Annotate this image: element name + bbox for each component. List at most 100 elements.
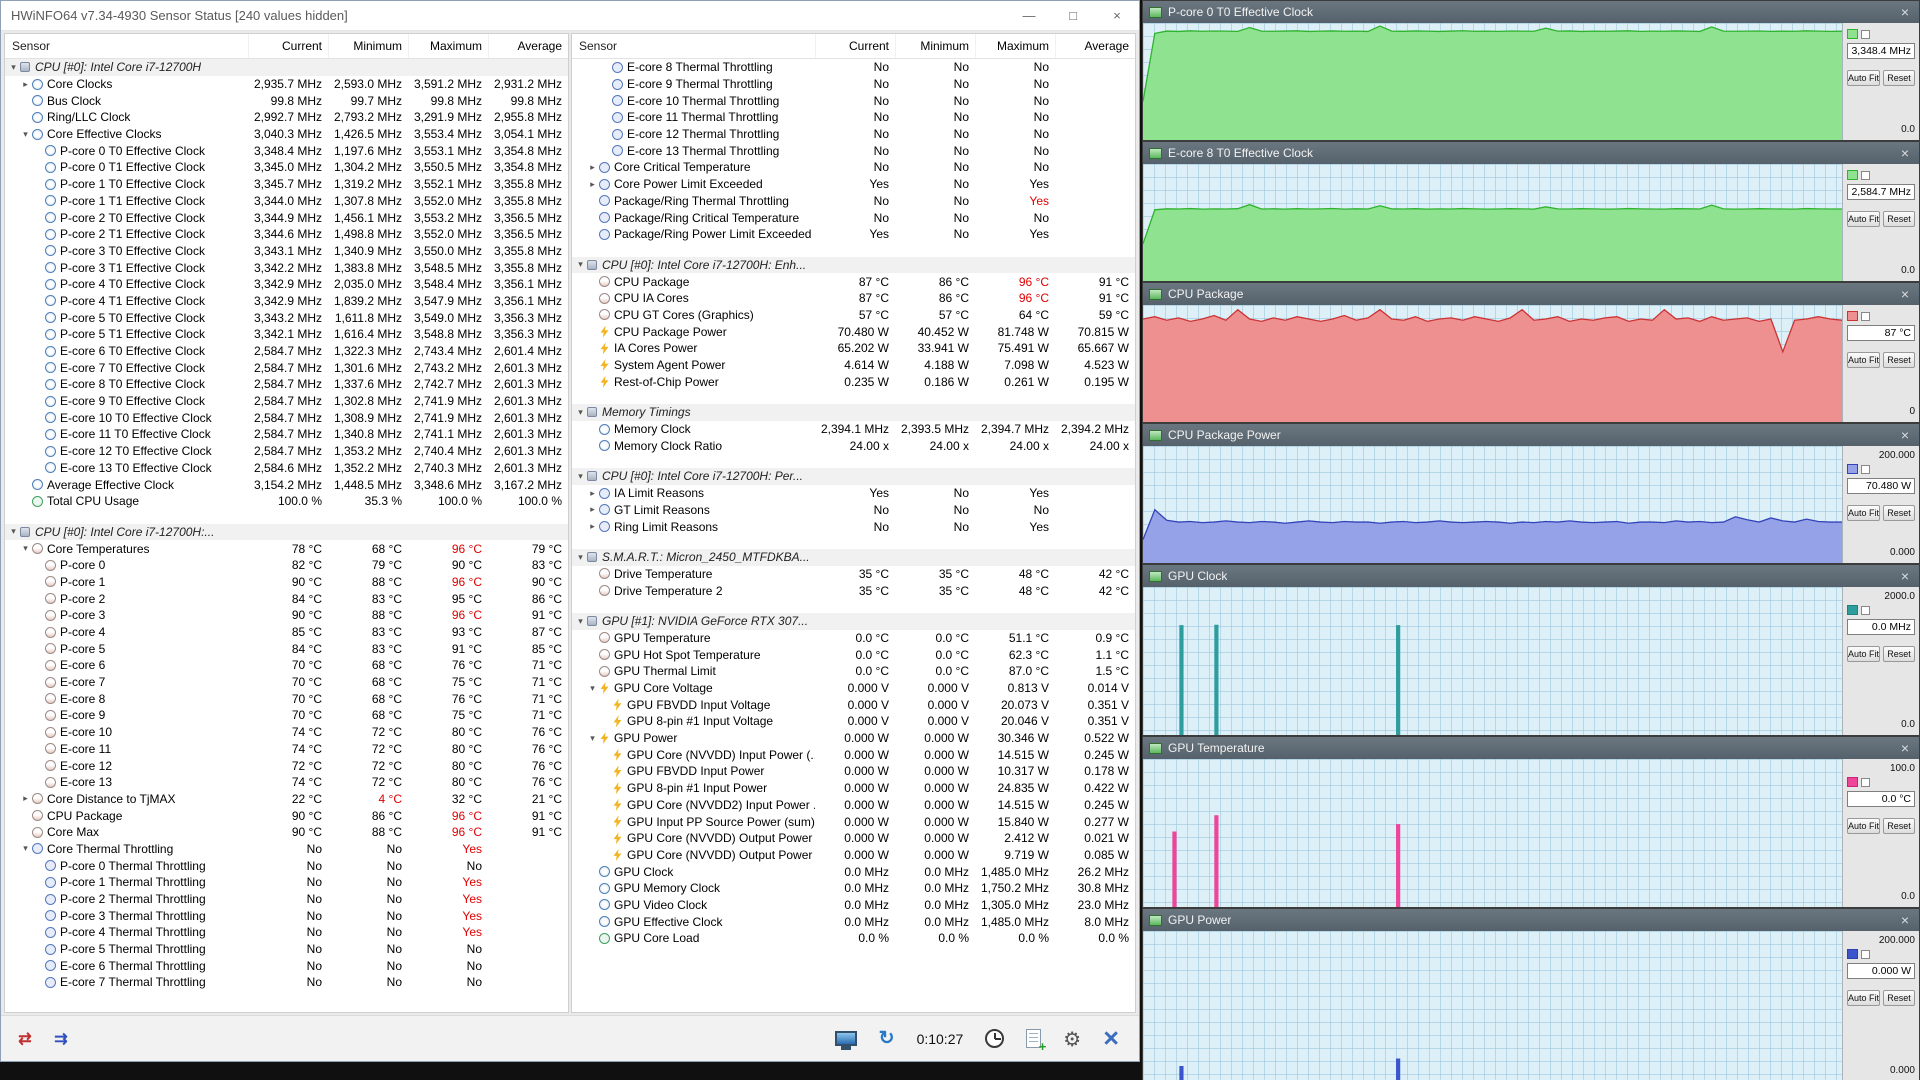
close-icon[interactable]: × [1897,287,1913,301]
sensor-row[interactable]: P-core 5 Thermal ThrottlingNoNoNo [5,941,568,958]
sensor-row[interactable]: ▸Core Distance to TjMAX22 °C4 °C32 °C21 … [5,791,568,808]
legend-color-swatch[interactable] [1847,464,1858,474]
sensor-row[interactable]: GPU Hot Spot Temperature0.0 °C0.0 °C62.3… [572,646,1135,663]
sensor-row[interactable]: GPU FBVDD Input Voltage0.000 V0.000 V20.… [572,696,1135,713]
close-icon[interactable]: × [1897,741,1913,755]
sensor-row[interactable]: GPU Memory Clock0.0 MHz0.0 MHz1,750.2 MH… [572,880,1135,897]
sensor-row[interactable]: Rest-of-Chip Power0.235 W0.186 W0.261 W0… [572,373,1135,390]
column-header-average[interactable]: Average [488,34,568,58]
close-icon[interactable]: × [1897,146,1913,160]
reset-button[interactable]: Reset [1883,505,1915,521]
reset-button[interactable]: Reset [1883,818,1915,834]
expand-arrow-icon[interactable]: ▸ [586,505,599,514]
sensor-row[interactable]: ▸Ring Limit ReasonsNoNoYes [572,518,1135,535]
graph-titlebar[interactable]: P-core 0 T0 Effective Clock× [1143,1,1919,23]
sensor-row[interactable]: System Agent Power4.614 W4.188 W7.098 W4… [572,357,1135,374]
close-sensors-button[interactable]: × [1103,1025,1119,1052]
column-header-current[interactable]: Current [248,34,328,58]
sensor-section-row[interactable]: ▾Memory Timings [572,404,1135,421]
collapse-arrow-icon[interactable]: ▾ [574,617,587,626]
sensor-row[interactable]: P-core 0 T1 Effective Clock3,345.0 MHz1,… [5,159,568,176]
sensor-row[interactable]: E-core 10 Thermal ThrottlingNoNoNo [572,92,1135,109]
sensor-row[interactable]: Total CPU Usage100.0 %35.3 %100.0 %100.0… [5,493,568,510]
sensor-row[interactable]: ▸Core Power Limit ExceededYesNoYes [572,176,1135,193]
column-header-minimum[interactable]: Minimum [328,34,408,58]
close-icon[interactable]: × [1897,569,1913,583]
sensor-row[interactable]: GPU Clock0.0 MHz0.0 MHz1,485.0 MHz26.2 M… [572,863,1135,880]
minimize-button[interactable]: — [1007,1,1051,30]
sensor-row[interactable]: IA Cores Power65.202 W33.941 W75.491 W65… [572,340,1135,357]
sensor-row[interactable]: E-core 11 Thermal ThrottlingNoNoNo [572,109,1135,126]
reset-button[interactable]: Reset [1883,70,1915,86]
sensor-row[interactable]: P-core 3 Thermal ThrottlingNoNoYes [5,907,568,924]
graph-titlebar[interactable]: GPU Temperature× [1143,737,1919,759]
column-header-sensor[interactable]: Sensor [5,39,248,53]
reset-button[interactable]: Reset [1883,352,1915,368]
sensor-row[interactable]: E-core 9 Thermal ThrottlingNoNoNo [572,76,1135,93]
column-header-current[interactable]: Current [815,34,895,58]
collapse-arrow-icon[interactable]: ▾ [7,63,20,72]
legend-color-swatch[interactable] [1847,777,1858,787]
auto-fit-button[interactable]: Auto Fit [1847,352,1880,368]
collapse-arrow-icon[interactable]: ▾ [586,734,599,743]
sensor-row[interactable]: CPU Package Power70.480 W40.452 W81.748 … [572,323,1135,340]
sensor-row[interactable]: Average Effective Clock3,154.2 MHz1,448.… [5,476,568,493]
sensor-row[interactable]: E-core 13 Thermal ThrottlingNoNoNo [572,142,1135,159]
sensor-row[interactable]: E-core 13 T0 Effective Clock2,584.6 MHz1… [5,460,568,477]
sensor-row[interactable]: GPU Input PP Source Power (sum)0.000 W0.… [572,813,1135,830]
clock-icon-button[interactable] [985,1029,1004,1048]
expand-arrow-icon[interactable]: ▸ [19,794,32,803]
maximize-button[interactable]: □ [1051,1,1095,30]
sensor-row[interactable]: E-core 1074 °C72 °C80 °C76 °C [5,724,568,741]
close-icon[interactable]: × [1897,428,1913,442]
sensor-row[interactable]: E-core 1374 °C72 °C80 °C76 °C [5,774,568,791]
sensor-row[interactable]: E-core 870 °C68 °C76 °C71 °C [5,690,568,707]
sensor-row[interactable]: E-core 670 °C68 °C76 °C71 °C [5,657,568,674]
sensor-row[interactable]: P-core 390 °C88 °C96 °C91 °C [5,607,568,624]
sensor-row[interactable]: ▸Core Critical TemperatureNoNoNo [572,159,1135,176]
sensor-row[interactable]: P-core 0 Thermal ThrottlingNoNoNo [5,857,568,874]
sensor-row[interactable]: E-core 770 °C68 °C75 °C71 °C [5,674,568,691]
sensor-row[interactable]: P-core 082 °C79 °C90 °C83 °C [5,557,568,574]
sensor-row[interactable]: GPU Temperature0.0 °C0.0 °C51.1 °C0.9 °C [572,630,1135,647]
close-icon[interactable]: × [1897,913,1913,927]
sensor-section-row[interactable]: ▾CPU [#0]: Intel Core i7-12700H [5,59,568,76]
sensor-row[interactable]: P-core 1 Thermal ThrottlingNoNoYes [5,874,568,891]
sensor-row[interactable]: P-core 1 T0 Effective Clock3,345.7 MHz1,… [5,176,568,193]
reset-button[interactable]: Reset [1883,646,1915,662]
sensor-row[interactable]: GPU Core (NVVDD) Input Power (...0.000 W… [572,746,1135,763]
column-header-average[interactable]: Average [1055,34,1135,58]
move-sensor-button[interactable]: ⇉ [47,1027,75,1051]
sensor-section-row[interactable]: ▾CPU [#0]: Intel Core i7-12700H: Per... [572,468,1135,485]
legend-checkbox[interactable] [1861,171,1870,180]
column-header-minimum[interactable]: Minimum [895,34,975,58]
sensor-row[interactable]: GPU 8-pin #1 Input Voltage0.000 V0.000 V… [572,713,1135,730]
column-header-maximum[interactable]: Maximum [408,34,488,58]
refresh-icon-button[interactable]: ↻ [879,1029,895,1048]
collapse-arrow-icon[interactable]: ▾ [19,130,32,139]
sensor-row[interactable]: Package/Ring Thermal ThrottlingNoNoYes [572,193,1135,210]
sensor-row[interactable]: E-core 10 T0 Effective Clock2,584.7 MHz1… [5,409,568,426]
sensor-row[interactable]: P-core 190 °C88 °C96 °C90 °C [5,574,568,591]
sensor-row[interactable]: E-core 6 T0 Effective Clock2,584.7 MHz1,… [5,343,568,360]
sensor-row[interactable]: GPU FBVDD Input Power0.000 W0.000 W10.31… [572,763,1135,780]
expand-arrow-icon[interactable]: ▸ [586,163,599,172]
sensor-row[interactable]: E-core 1272 °C72 °C80 °C76 °C [5,757,568,774]
sensor-section-row[interactable]: ▾GPU [#1]: NVIDIA GeForce RTX 307... [572,613,1135,630]
sensor-row[interactable]: E-core 8 T0 Effective Clock2,584.7 MHz1,… [5,376,568,393]
sensor-row[interactable]: ▾GPU Core Voltage0.000 V0.000 V0.813 V0.… [572,680,1135,697]
close-icon[interactable]: × [1897,5,1913,19]
sensor-row[interactable]: P-core 5 T0 Effective Clock3,343.2 MHz1,… [5,309,568,326]
sensor-row[interactable]: P-core 0 T0 Effective Clock3,348.4 MHz1,… [5,142,568,159]
sensor-row[interactable]: P-core 485 °C83 °C93 °C87 °C [5,624,568,641]
sensor-row[interactable]: E-core 9 T0 Effective Clock2,584.7 MHz1,… [5,393,568,410]
sensor-row[interactable]: GPU Video Clock0.0 MHz0.0 MHz1,305.0 MHz… [572,897,1135,914]
auto-fit-button[interactable]: Auto Fit [1847,818,1880,834]
auto-fit-button[interactable]: Auto Fit [1847,70,1880,86]
sensor-row[interactable]: Memory Clock2,394.1 MHz2,393.5 MHz2,394.… [572,421,1135,438]
legend-color-swatch[interactable] [1847,311,1858,321]
sensor-row[interactable]: P-core 3 T1 Effective Clock3,342.2 MHz1,… [5,259,568,276]
graph-titlebar[interactable]: GPU Clock× [1143,565,1919,587]
sensor-row[interactable]: E-core 12 Thermal ThrottlingNoNoNo [572,126,1135,143]
sensor-row[interactable]: GPU Effective Clock0.0 MHz0.0 MHz1,485.0… [572,913,1135,930]
